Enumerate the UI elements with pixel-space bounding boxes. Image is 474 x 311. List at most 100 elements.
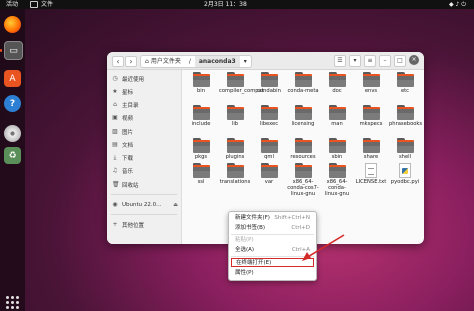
running-indicator [0,49,2,52]
files-icon[interactable]: ▭ [4,41,23,60]
trash-icon: 🗑 [112,180,120,188]
home-icon: ⌂ [113,100,117,108]
help-icon[interactable]: ? [4,95,21,112]
folder-item[interactable]: bin [185,72,217,94]
sidebar: ◷ 最近使用 ★ 星标 ⌂ 主目录 ▣ 视频 ▨ 图片 ▤ 文档 ⤓ 下载 ♫ [107,70,182,244]
folder-item[interactable]: libexec [253,105,285,127]
file-item[interactable]: pyodbc.pyi [389,163,421,185]
sidebar-item-home[interactable]: ⌂ 主目录 [112,99,178,110]
view-options-icon[interactable]: ▾ [349,55,361,67]
folder-item[interactable]: include [185,105,217,127]
clock[interactable]: 2月3日 11：38 [204,0,247,9]
disc-icon: ◉ [112,200,118,208]
software-store-icon[interactable]: A [4,70,21,87]
folder-item[interactable]: sbin [321,138,353,160]
annotation-arrow [302,234,345,261]
disc-icon[interactable] [4,125,21,142]
app-menu[interactable]: 文件 [30,0,53,9]
sidebar-item-documents[interactable]: ▤ 文档 [112,139,178,150]
activities-button[interactable]: 活动 [6,0,18,9]
folder-item[interactable]: etc [389,72,421,94]
folder-icon [226,138,244,153]
folder-item[interactable]: conda-meta [287,72,319,94]
folder-item[interactable]: x86_64-conda-linux-gnu [321,163,353,197]
folder-item[interactable]: resources [287,138,319,160]
eject-icon[interactable]: ⏏ [173,202,178,208]
sidebar-item-ubuntu-disc[interactable]: ◉ Ubuntu 22.0… ⏏ [112,199,178,210]
dock: ▭ A ? ♻ [0,9,25,311]
close-icon[interactable]: × [409,55,419,65]
folder-item[interactable]: x86_64-conda-cos7-linux-gnu [287,163,319,197]
sidebar-separator [111,214,177,215]
maximize-icon[interactable]: □ [394,55,406,67]
folder-item[interactable]: shell [389,138,421,160]
list-view-icon[interactable]: ☰ [334,55,346,67]
network-icon: ◆ [448,1,454,8]
sidebar-item-starred[interactable]: ★ 星标 [112,86,178,97]
files-app-icon [30,1,38,8]
folder-item[interactable]: var [253,163,285,185]
folder-item[interactable]: doc [321,72,353,94]
folder-icon [192,105,210,120]
folder-icon [396,138,414,153]
folder-item[interactable]: phrasebooks [389,105,422,127]
folder-icon [226,163,244,178]
sidebar-item-pictures[interactable]: ▨ 图片 [112,126,178,137]
folder-icon [260,163,278,178]
star-icon: ★ [112,87,118,95]
show-apps-icon[interactable] [6,296,19,309]
folder-icon [396,72,414,87]
folder-item[interactable]: condabin [253,72,285,94]
picture-icon: ▨ [112,127,118,135]
menu-item-new-folder[interactable]: 新建文件夹(F) Shift+Ctrl+N [231,214,314,223]
folder-icon [260,72,278,87]
forward-button[interactable]: › [125,56,137,67]
sidebar-separator [111,194,177,195]
document-icon: ▤ [112,140,118,148]
music-icon: ♫ [112,166,118,174]
folder-item[interactable]: translations [219,163,251,185]
system-status-icons[interactable]: ◆ ♪ ⏻ [449,0,466,9]
folder-icon [328,138,346,153]
download-icon: ⤓ [113,153,117,161]
sidebar-item-other-locations[interactable]: + 其他位置 [112,219,178,230]
folder-icon [260,138,278,153]
clock-icon: ◷ [112,74,118,82]
folder-item[interactable]: share [355,138,387,160]
breadcrumb-current[interactable]: anaconda3 [194,56,240,67]
breadcrumb-home[interactable]: ⌂ 用户文件夹 [141,56,185,67]
folder-item[interactable]: mkspecs [355,105,387,127]
folder-icon [294,138,312,153]
sidebar-item-downloads[interactable]: ⤓ 下载 [112,152,178,163]
sidebar-item-trash[interactable]: 🗑 回收站 [112,179,178,190]
folder-item[interactable]: pkgs [185,138,217,160]
folder-item[interactable]: envs [355,72,387,94]
folder-item[interactable]: lib [219,105,251,127]
folder-icon [192,163,210,178]
folder-item[interactable]: licensing [287,105,319,127]
menu-icon[interactable]: ≡ [364,55,376,67]
sidebar-item-recent[interactable]: ◷ 最近使用 [112,73,178,84]
chevron-down-icon[interactable]: ▾ [240,56,251,67]
breadcrumb: ⌂ 用户文件夹 / anaconda3 ▾ [140,55,252,68]
trash-icon[interactable]: ♻ [4,147,21,164]
folder-item[interactable]: plugins [219,138,251,160]
folder-item[interactable]: man [321,105,353,127]
folder-icon [294,163,312,178]
back-button[interactable]: ‹ [112,56,124,67]
menu-item-properties[interactable]: 属性(P) [231,269,314,278]
folder-icon [328,163,346,178]
minimize-icon[interactable]: – [379,55,391,67]
file-item[interactable]: LICENSE.txt [355,163,387,185]
folder-icon [396,105,414,120]
folder-item[interactable]: ssl [185,163,217,185]
folder-icon [294,72,312,87]
folder-icon [328,105,346,120]
header-bar: ‹ › ⌂ 用户文件夹 / anaconda3 ▾ ☰ ▾ ≡ – □ × [107,52,424,70]
text-file-icon [365,163,377,178]
folder-item[interactable]: compiler_compat [219,72,264,94]
firefox-icon[interactable] [4,16,21,33]
sidebar-item-music[interactable]: ♫ 音乐 [112,165,178,176]
folder-item[interactable]: qml [253,138,285,160]
sidebar-item-videos[interactable]: ▣ 视频 [112,112,178,123]
